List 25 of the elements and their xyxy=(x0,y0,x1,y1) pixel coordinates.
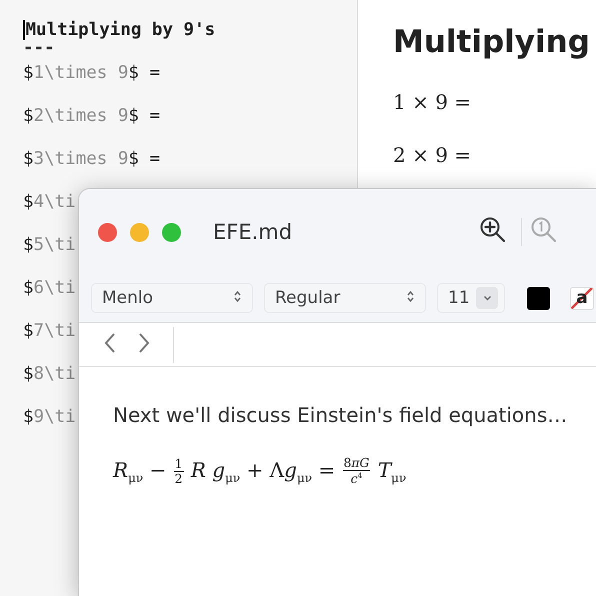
text-cursor xyxy=(23,20,24,40)
minimize-button[interactable] xyxy=(130,222,148,242)
close-button[interactable] xyxy=(98,222,116,242)
dropdown-button[interactable] xyxy=(476,287,498,309)
code-line: $2\times 9$ = xyxy=(23,106,160,126)
math-line: 2 × 9 = xyxy=(393,143,472,167)
color-well[interactable] xyxy=(527,286,550,310)
zoom-button[interactable] xyxy=(162,222,180,242)
math-line: 1 × 9 = xyxy=(393,90,472,114)
font-family-popup[interactable]: Menlo xyxy=(91,283,253,313)
font-style-popup[interactable]: Regular xyxy=(264,283,426,313)
paragraph: Next we'll discuss Einstein's field equations… xyxy=(113,403,568,427)
code-line: $9\ti xyxy=(23,407,76,427)
window-title: EFE.md xyxy=(213,220,294,244)
code-line: $4\ti xyxy=(23,192,76,212)
code-line: $6\ti xyxy=(23,278,76,298)
heading-source: Multiplying by 9's xyxy=(26,20,216,40)
code-line: $8\ti xyxy=(23,364,76,384)
code-line: $5\ti xyxy=(23,235,76,255)
chevron-icon xyxy=(482,295,492,301)
code-line: $1\times 9$ = xyxy=(23,63,160,83)
code-line: $3\times 9$ = xyxy=(23,149,160,169)
rule-source: --- xyxy=(23,42,55,58)
code-line: $7\ti xyxy=(23,321,76,341)
preview-heading: Multiplying xyxy=(393,23,591,62)
